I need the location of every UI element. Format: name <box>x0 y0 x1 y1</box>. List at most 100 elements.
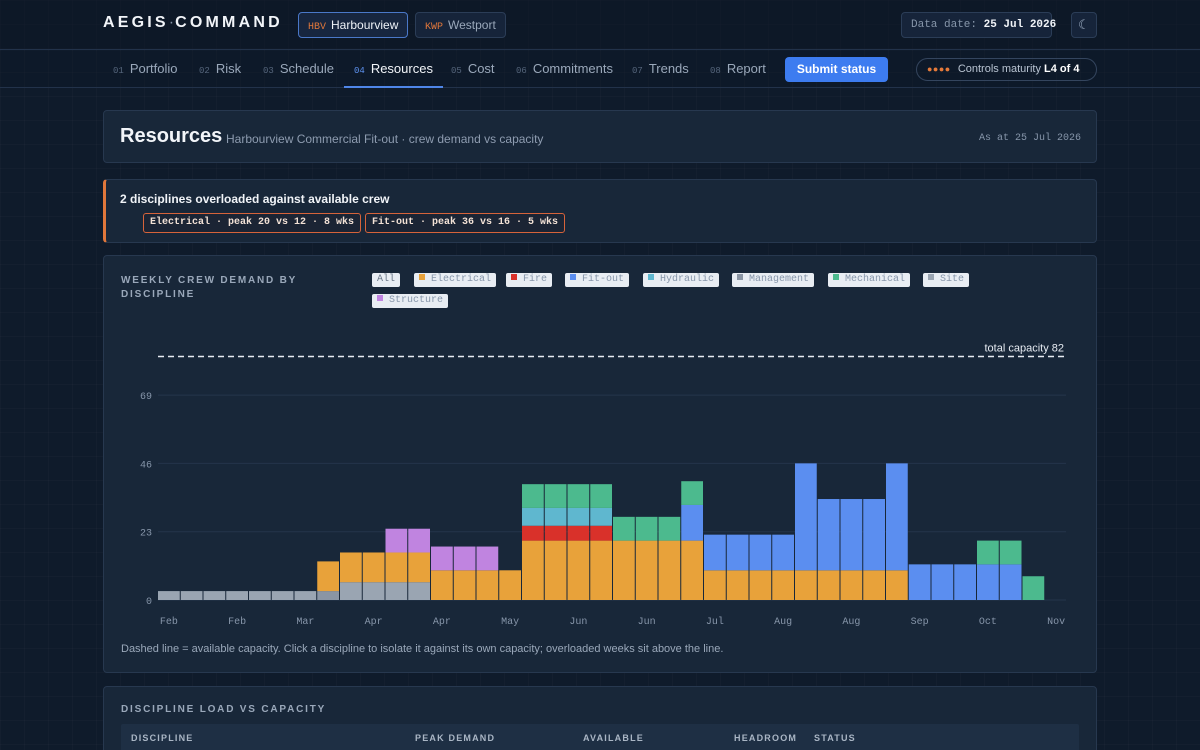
bar-segment-electrical <box>613 540 635 600</box>
bar-segment-fit-out <box>795 463 817 571</box>
crew-demand-chart[interactable]: 0 23 46 69 total capacity 82 Feb Feb Mar Apr Apr M… <box>104 256 1098 636</box>
overload-pill-fitout[interactable]: Fit-out · peak 36 vs 16 · 5 wks <box>365 213 566 233</box>
bar-segment-site <box>340 582 362 600</box>
overload-pill-electrical[interactable]: Electrical · peak 20 vs 12 · 8 wks <box>143 213 362 233</box>
alert-title: 2 disciplines overloaded against availab… <box>120 192 390 206</box>
x-tick-label: Apr <box>365 617 383 628</box>
bar-segment-electrical <box>817 570 840 600</box>
bar-segment-fit-out <box>977 564 999 600</box>
bar-segment-mechanical <box>635 516 658 541</box>
bar-segment-hydraulic <box>567 507 590 526</box>
tab-resources[interactable]: 04 Resources <box>344 51 443 88</box>
moon-icon: ☾ <box>1078 17 1090 32</box>
bar-segment-fit-out <box>749 534 772 571</box>
tab-number: 08 <box>710 66 721 76</box>
bar-segment-fire <box>544 525 567 541</box>
bar-segment-mechanical <box>590 484 612 508</box>
bar-segment-electrical <box>499 570 521 600</box>
bar-segment-fit-out <box>954 564 976 600</box>
tab-risk[interactable]: 02 Risk <box>199 51 241 88</box>
tab-trends[interactable]: 07 Trends <box>632 51 689 88</box>
bar-segment-structure <box>453 546 476 571</box>
main-nav: 01 Portfolio 02 Risk 03 Schedule 04 Resource… <box>0 51 1200 88</box>
y-tick-label: 69 <box>140 392 152 403</box>
column-header-discipline[interactable]: DISCIPLINE <box>131 733 194 743</box>
column-header-headroom[interactable]: HEADROOM <box>734 733 797 743</box>
tab-cost[interactable]: 05 Cost <box>451 51 495 88</box>
bar-segment-site <box>408 582 430 600</box>
y-tick-label: 0 <box>146 597 152 608</box>
submit-status-button[interactable]: Submit status <box>785 57 888 82</box>
bar-segment-site <box>362 582 385 600</box>
bar-segment-fire <box>590 525 612 541</box>
project-switch-harbourview[interactable]: HBV Harbourview <box>298 12 409 38</box>
maturity-label: Controls maturity <box>957 63 1041 75</box>
bar-segment-electrical <box>863 570 885 600</box>
tab-number: 03 <box>263 66 274 76</box>
bar-segment-mechanical <box>977 540 999 565</box>
x-tick-label: May <box>501 617 519 628</box>
page-header: Resources Harbourview Commercial Fit-out… <box>103 110 1097 163</box>
bar-segment-site <box>180 591 203 600</box>
column-header-available[interactable]: AVAILABLE <box>583 733 644 743</box>
column-header-peak-demand[interactable]: PEAK DEMAND <box>415 733 495 743</box>
project-name: Harbourview <box>331 18 399 32</box>
x-tick-label: Aug <box>842 617 860 628</box>
bar-segment-electrical <box>544 540 567 600</box>
page-subtitle: Harbourview Commercial Fit-out · crew de… <box>226 132 544 146</box>
x-tick-label: Feb <box>160 616 178 628</box>
tab-label: Risk <box>215 61 242 76</box>
bar-segment-electrical <box>658 540 681 600</box>
app-logo[interactable]: AEGIS·COMMAND <box>103 14 283 32</box>
bar-segment-mechanical <box>544 484 567 508</box>
x-tick-label: Mar <box>296 617 314 628</box>
bar-segment-site <box>294 591 317 600</box>
bar-segment-electrical <box>681 540 703 600</box>
tab-label: Report <box>726 61 766 76</box>
bar-segment-electrical <box>749 570 772 600</box>
bar-segment-fit-out <box>817 499 840 571</box>
bar-segment-electrical <box>704 570 726 600</box>
bar-segment-electrical <box>567 540 590 600</box>
x-tick-label: Jun <box>638 617 656 628</box>
x-tick-label: Aug <box>774 617 792 628</box>
bar-segment-electrical <box>772 570 794 600</box>
x-tick-label: Jul <box>706 616 724 628</box>
bar-segment-fit-out <box>681 504 703 541</box>
tab-number: 02 <box>199 66 210 76</box>
discipline-load-table-card: DISCIPLINE LOAD VS CAPACITY DISCIPLINE P… <box>103 686 1097 750</box>
data-date-field[interactable]: Data date: 25 Jul 2026 <box>901 12 1056 38</box>
bar-segment-electrical <box>795 570 817 600</box>
bar-segment-electrical <box>522 540 544 600</box>
bar-segment-site <box>385 582 408 600</box>
controls-maturity-badge[interactable]: ●●●● Controls maturity L4 of 4 <box>916 58 1097 81</box>
tab-commitments[interactable]: 06 Commitments <box>516 51 613 88</box>
bar-segment-structure <box>408 528 430 553</box>
bar-segment-hydraulic <box>544 507 567 526</box>
maturity-dots-icon: ●●●● <box>927 64 951 74</box>
tab-label: Trends <box>648 61 689 76</box>
bar-segment-fit-out <box>863 499 885 571</box>
tab-number: 05 <box>451 66 462 76</box>
bar-segment-mechanical <box>613 516 635 541</box>
tab-schedule[interactable]: 03 Schedule <box>263 51 334 88</box>
tab-report[interactable]: 08 Report <box>710 51 766 88</box>
top-bar: AEGIS·COMMAND HBV Harbourview KWP Westport… <box>0 0 1200 50</box>
theme-toggle-button[interactable]: ☾ <box>1071 12 1097 38</box>
bar-segment-fire <box>522 525 544 541</box>
bar-segment-fit-out <box>726 534 749 571</box>
project-code: KWP <box>425 22 444 33</box>
project-switch-westport[interactable]: KWP Westport <box>415 12 506 38</box>
bar-segment-fit-out <box>908 564 931 600</box>
bar-segment-hydraulic <box>522 507 544 526</box>
bar-segment-electrical <box>726 570 749 600</box>
bar-segment-electrical <box>886 570 908 600</box>
bar-segment-electrical <box>453 570 476 600</box>
tab-portfolio[interactable]: 01 Portfolio <box>113 51 178 88</box>
bar-segment-fit-out <box>840 499 863 571</box>
y-tick-label: 23 <box>140 529 152 540</box>
tab-number: 01 <box>113 66 124 76</box>
column-header-status[interactable]: STATUS <box>814 733 856 743</box>
bar-segment-mechanical <box>1022 576 1045 600</box>
tab-label: Cost <box>467 61 495 76</box>
